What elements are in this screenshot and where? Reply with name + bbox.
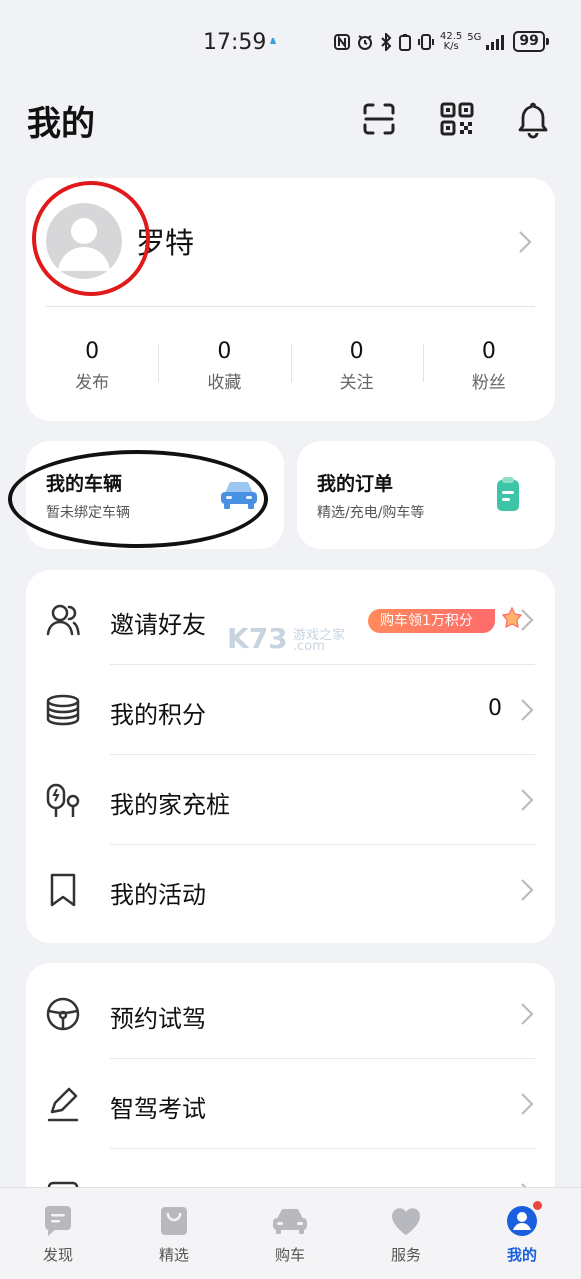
menu-list-secondary: 预约试驾 智驾考试 bbox=[26, 963, 555, 1223]
chevron-right-icon bbox=[521, 609, 534, 631]
chevron-right-icon[interactable] bbox=[518, 230, 532, 254]
battery-indicator: 99 bbox=[513, 31, 550, 52]
battery-saver-icon bbox=[399, 33, 411, 51]
nav-label: 发现 bbox=[42, 1246, 73, 1264]
heart-icon bbox=[391, 1208, 421, 1235]
my-orders-card[interactable]: 我的订单 精选/充电/购车等 bbox=[297, 441, 555, 549]
menu-label: 邀请好友 bbox=[110, 611, 206, 639]
nav-label: 我的 bbox=[506, 1246, 537, 1264]
user-invite-icon bbox=[46, 604, 80, 636]
network-type: 5G bbox=[467, 32, 482, 43]
bluetooth-icon bbox=[381, 32, 392, 51]
chevron-right-icon bbox=[521, 1003, 534, 1025]
notification-dot bbox=[532, 1200, 543, 1211]
app-activity-icon bbox=[270, 38, 276, 44]
menu-label: 我的积分 bbox=[110, 701, 206, 729]
stat-value: 0 bbox=[349, 339, 364, 364]
stat-value: 0 bbox=[85, 339, 100, 364]
menu-item-home-charger[interactable]: 我的家充桩 bbox=[26, 755, 555, 845]
vibrate-icon bbox=[418, 33, 434, 50]
status-bar: 17:59 42.5 K/s 5G 99 bbox=[0, 0, 581, 86]
nav-service[interactable]: 服务 bbox=[348, 1188, 464, 1279]
bottom-nav: 发现 精选 购车 服务 我的 bbox=[0, 1187, 581, 1279]
nav-label: 购车 bbox=[274, 1246, 305, 1264]
nav-discover[interactable]: 发现 bbox=[0, 1188, 116, 1279]
nav-me[interactable]: 我的 bbox=[464, 1188, 580, 1279]
stat-label: 粉丝 bbox=[471, 373, 506, 393]
chat-bubble-icon bbox=[45, 1206, 71, 1236]
profile-stats: 0 发布 0 收藏 0 关注 0 粉丝 bbox=[26, 338, 555, 393]
menu-item-my-activities[interactable]: 我的活动 bbox=[26, 845, 555, 935]
alarm-icon bbox=[358, 34, 372, 50]
qr-code-icon[interactable] bbox=[437, 99, 477, 139]
menu-label: 我的家充桩 bbox=[110, 791, 230, 819]
promo-badge: 购车领1万积分 bbox=[368, 609, 495, 633]
menu-item-test-drive[interactable]: 预约试驾 bbox=[26, 969, 555, 1059]
charging-pile-icon bbox=[46, 783, 80, 817]
nav-buy-car[interactable]: 购车 bbox=[232, 1188, 348, 1279]
menu-item-my-points[interactable]: 我的积分 0 bbox=[26, 665, 555, 755]
nav-label: 服务 bbox=[390, 1246, 421, 1264]
chevron-right-icon bbox=[521, 699, 534, 721]
stat-posts[interactable]: 0 发布 bbox=[26, 338, 158, 393]
car-nav-icon bbox=[273, 1208, 307, 1234]
menu-item-smart-driving-exam[interactable]: 智驾考试 bbox=[26, 1059, 555, 1149]
chevron-right-icon bbox=[521, 789, 534, 811]
status-time: 17:59 bbox=[203, 30, 267, 55]
nav-featured[interactable]: 精选 bbox=[116, 1188, 232, 1279]
watermark-brand: K73 bbox=[227, 622, 288, 655]
page-title: 我的 bbox=[27, 104, 95, 144]
order-clipboard-icon bbox=[497, 477, 519, 511]
watermark-domain: .com bbox=[293, 639, 325, 654]
stat-value: 0 bbox=[481, 339, 496, 364]
stat-following[interactable]: 0 关注 bbox=[290, 338, 423, 393]
annotation-circle-black bbox=[8, 450, 268, 548]
quick-subtitle: 精选/充电/购车等 bbox=[317, 505, 425, 521]
stat-label: 发布 bbox=[75, 373, 110, 393]
nav-label: 精选 bbox=[158, 1246, 189, 1264]
steering-wheel-icon bbox=[46, 997, 80, 1031]
menu-label: 智驾考试 bbox=[110, 1095, 206, 1123]
bell-icon[interactable] bbox=[513, 99, 553, 139]
menu-label: 预约试驾 bbox=[110, 1005, 206, 1033]
menu-label: 我的活动 bbox=[110, 881, 206, 909]
quick-title: 我的订单 bbox=[317, 473, 394, 495]
status-icons: 42.5 K/s 5G 99 bbox=[333, 30, 550, 52]
profile-divider bbox=[46, 306, 535, 307]
shopping-bag-icon bbox=[161, 1207, 187, 1235]
stat-label: 收藏 bbox=[207, 373, 242, 393]
chevron-right-icon bbox=[521, 1093, 534, 1115]
chevron-right-icon bbox=[521, 879, 534, 901]
gift-decoration-icon bbox=[502, 606, 522, 629]
scan-icon[interactable] bbox=[359, 99, 399, 139]
nfc-icon bbox=[334, 33, 350, 50]
stat-favorites[interactable]: 0 收藏 bbox=[158, 338, 290, 393]
pencil-icon bbox=[47, 1087, 79, 1122]
watermark: K73 游戏之家 .com bbox=[227, 620, 357, 656]
stat-value: 0 bbox=[217, 339, 232, 364]
annotation-circle-red bbox=[32, 181, 150, 296]
points-value: 0 bbox=[488, 696, 502, 721]
bookmark-icon bbox=[50, 873, 76, 907]
net-speed: 42.5 K/s bbox=[440, 30, 463, 52]
stat-label: 关注 bbox=[339, 373, 374, 393]
coins-stack-icon bbox=[46, 694, 80, 726]
signal-icon bbox=[486, 34, 505, 50]
stat-fans[interactable]: 0 粉丝 bbox=[422, 338, 555, 393]
